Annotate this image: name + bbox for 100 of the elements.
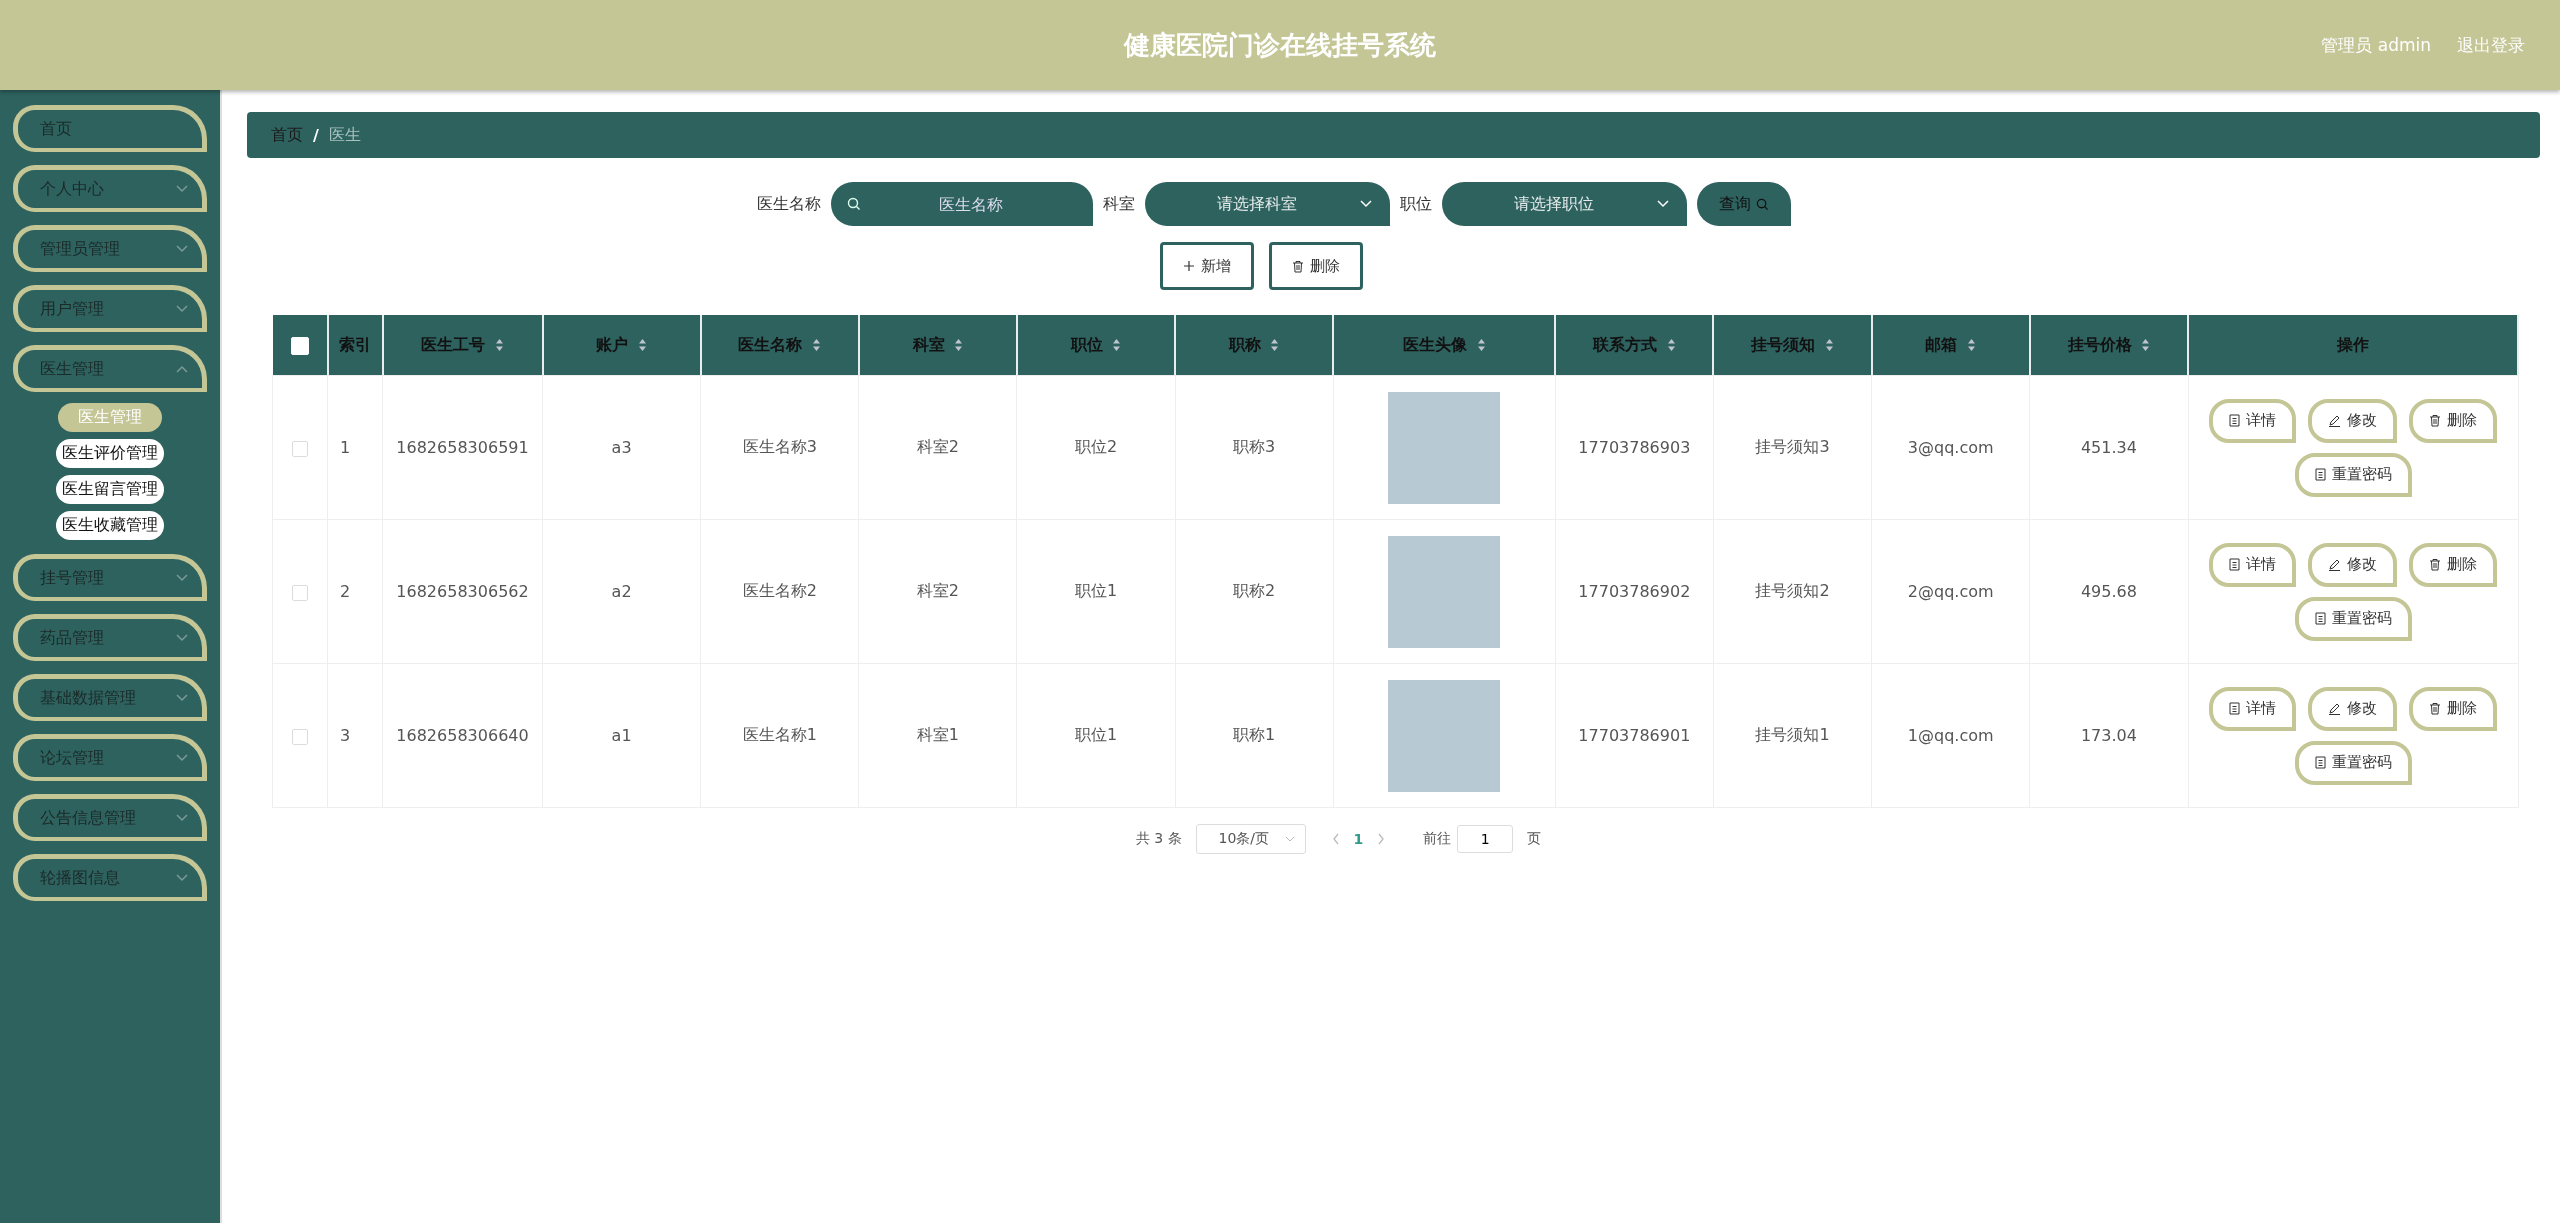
column-header[interactable]: 联系方式 <box>1555 315 1714 376</box>
table-cell: 挂号须知2 <box>1713 519 1872 664</box>
column-header[interactable]: 账户 <box>542 315 701 376</box>
plus-icon <box>1182 260 1195 272</box>
goto-label: 前往 <box>1423 830 1452 848</box>
select-all-checkbox[interactable] <box>290 336 309 355</box>
sort-icon <box>1666 338 1676 352</box>
table-cell: 医生名称3 <box>700 375 859 520</box>
sort-icon <box>637 338 647 352</box>
table-cell: 1682658306640 <box>382 663 543 808</box>
detail-button[interactable]: 详情 <box>2209 542 2296 587</box>
row-checkbox[interactable] <box>292 584 308 601</box>
submenu-item[interactable]: 医生收藏管理 <box>56 511 164 540</box>
chevron-icon <box>176 574 188 582</box>
table-cell: 1@qq.com <box>1871 663 2030 808</box>
chevron-icon <box>176 245 188 253</box>
edit-button[interactable]: 修改 <box>2308 398 2397 443</box>
table-cell: 职位1 <box>1016 519 1176 664</box>
table-cell: 科室1 <box>858 663 1017 808</box>
total-count: 共 3 条 <box>1135 830 1182 848</box>
chevron-icon <box>176 694 188 702</box>
search-icon <box>1755 197 1769 211</box>
sort-icon <box>1112 338 1122 352</box>
column-header[interactable]: 科室 <box>858 315 1017 376</box>
document-icon <box>2229 414 2240 427</box>
search-field[interactable]: 医生名称 <box>830 182 1093 226</box>
delete-button[interactable]: 删除 <box>1268 242 1363 290</box>
page-input[interactable]: 1 <box>1457 825 1514 853</box>
chevron-icon <box>176 185 188 193</box>
breadcrumb-link[interactable]: 首页 <box>271 124 303 146</box>
select-field[interactable]: 请选择职位 <box>1441 182 1687 226</box>
table-cell: a3 <box>542 375 701 520</box>
sort-icon <box>2141 338 2151 352</box>
next-page-icon[interactable] <box>1377 833 1386 845</box>
submenu-item[interactable]: 医生评价管理 <box>56 439 164 468</box>
table-cell: 医生名称1 <box>700 663 859 808</box>
pencil-icon <box>2328 702 2341 715</box>
column-header[interactable]: 挂号价格 <box>2029 315 2188 376</box>
table-cell: 挂号须知1 <box>1713 663 1872 808</box>
chevron-icon <box>176 365 188 373</box>
page-number[interactable]: 1 <box>1353 831 1364 847</box>
logout-link[interactable]: 退出登录 <box>2457 33 2525 57</box>
add-button[interactable]: 新增 <box>1159 242 1254 290</box>
submenu-item[interactable]: 医生管理 <box>58 403 162 432</box>
table-cell: 3@qq.com <box>1871 375 2030 520</box>
column-header[interactable]: 医生名称 <box>700 315 859 376</box>
row-checkbox[interactable] <box>292 440 308 457</box>
document-icon <box>2314 468 2326 481</box>
detail-button[interactable]: 重置密码 <box>2294 452 2412 497</box>
detail-button[interactable]: 重置密码 <box>2294 596 2412 641</box>
table-cell: 17703786902 <box>1555 519 1714 664</box>
column-header[interactable]: 索引 <box>327 315 383 376</box>
table-cell: 1 <box>327 375 383 520</box>
column-header[interactable]: 邮箱 <box>1871 315 2030 376</box>
sort-icon <box>812 338 821 352</box>
column-header[interactable]: 操作 <box>2188 315 2518 376</box>
table-cell: 职称1 <box>1175 663 1334 808</box>
table-cell: 医生名称2 <box>700 519 859 664</box>
chevron-icon <box>176 634 188 642</box>
submenu-item[interactable]: 医生留言管理 <box>56 475 164 504</box>
field-label: 医生名称 <box>756 193 821 215</box>
table-cell: 2 <box>327 519 383 664</box>
field-label: 科室 <box>1102 193 1135 215</box>
row-checkbox[interactable] <box>292 728 308 745</box>
select-field[interactable]: 请选择科室 <box>1144 182 1390 226</box>
breadcrumb-current: 医生 <box>328 124 361 146</box>
page-suffix: 页 <box>1527 830 1542 848</box>
document-icon <box>2229 558 2240 571</box>
trash-icon <box>2429 414 2441 427</box>
column-header[interactable]: 挂号须知 <box>1713 315 1872 376</box>
search-icon <box>846 197 861 211</box>
table-cell: 职位2 <box>1016 375 1176 520</box>
edit-button[interactable]: 修改 <box>2308 542 2397 587</box>
delete-button[interactable]: 删除 <box>2409 398 2497 443</box>
page-size-select[interactable]: 10条/页 <box>1195 824 1306 854</box>
delete-button[interactable]: 删除 <box>2409 686 2497 731</box>
table-cell: 职称2 <box>1175 519 1334 664</box>
table-cell: 451.34 <box>2029 375 2188 520</box>
table-cell: 2@qq.com <box>1871 519 2030 664</box>
sidebar-item[interactable]: 个人中心 <box>13 165 207 212</box>
sidebar-item[interactable]: 首页 <box>13 105 207 152</box>
column-header[interactable]: 医生工号 <box>382 315 543 376</box>
app-title: 健康医院门诊在线挂号系统 <box>1124 28 1436 62</box>
column-header[interactable]: 职称 <box>1175 315 1334 376</box>
detail-button[interactable]: 详情 <box>2209 686 2296 731</box>
column-header[interactable]: 医生头像 <box>1333 315 1556 376</box>
sort-icon <box>1476 338 1486 352</box>
column-header[interactable]: 职位 <box>1016 315 1176 376</box>
detail-button[interactable]: 详情 <box>2209 398 2296 443</box>
table-cell: 3 <box>327 663 383 808</box>
previous-page-icon[interactable] <box>1331 833 1340 845</box>
table-cell: 17703786901 <box>1555 663 1714 808</box>
detail-button[interactable]: 重置密码 <box>2294 740 2412 785</box>
delete-button[interactable]: 删除 <box>2409 542 2497 587</box>
trash-icon <box>2429 702 2441 715</box>
search-button[interactable]: 查询 <box>1696 182 1791 226</box>
table-cell: 职称3 <box>1175 375 1334 520</box>
sort-icon <box>494 338 504 352</box>
edit-button[interactable]: 修改 <box>2308 686 2397 731</box>
table-cell: 科室2 <box>858 519 1017 664</box>
